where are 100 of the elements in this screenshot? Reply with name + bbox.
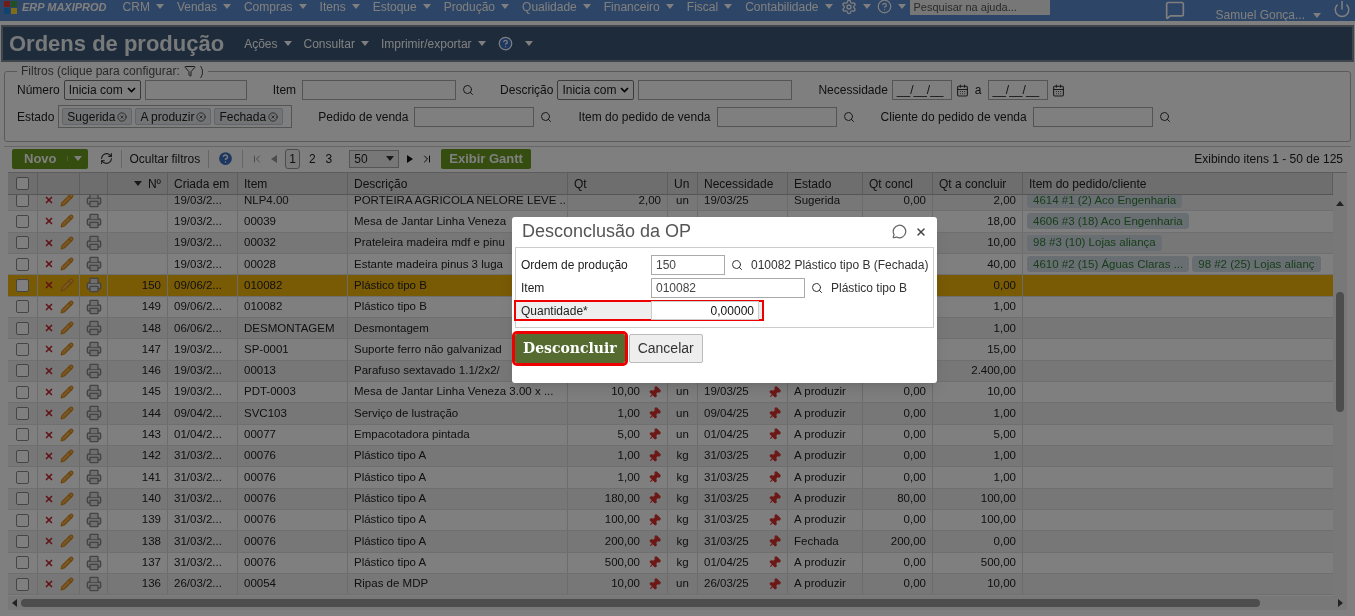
table-cell-text: 01/04/2...	[174, 427, 222, 443]
table-cell-text: A produzir	[794, 427, 846, 443]
table-cell-text: 00076	[244, 469, 276, 485]
table-cell-text: 0,00	[903, 384, 926, 400]
table-cell-text: 0,00	[903, 448, 926, 464]
table-cell-text: Fechada	[794, 533, 839, 549]
table-cell-text: 200,00	[604, 533, 640, 549]
table-cell-text: 00077	[244, 427, 276, 443]
table-cell-text: 31/03/2...	[174, 555, 222, 571]
table-cell-text: A produzir	[794, 555, 846, 571]
table-cell-text: 141	[141, 469, 161, 485]
table-cell-text: 137	[141, 555, 161, 571]
table-cell-text: 19/03/2...	[174, 235, 222, 251]
table-cell-text: 19/03/2...	[174, 213, 222, 229]
table-cell-text: 0,00	[993, 533, 1016, 549]
table-cell-text: SP-0001	[244, 341, 289, 357]
lookup-description: 010082 Plástico tipo B (Fechada)	[751, 256, 929, 274]
table-cell-text: 5,00	[617, 427, 640, 443]
table-cell-text: 19/03/2...	[174, 363, 222, 379]
table-cell-text: 19/03/2...	[174, 256, 222, 272]
table-cell-text: 140	[141, 491, 161, 507]
table-cell-text: 500,00	[604, 555, 640, 571]
table-cell-text: kg	[676, 512, 689, 528]
table-cell-text: A produzir	[794, 576, 846, 592]
table-cell-text: 5,00	[993, 427, 1016, 443]
table-cell-text: 09/06/2...	[174, 299, 222, 315]
table-cell-text: 00076	[244, 491, 276, 507]
table-cell-text: A produzir	[794, 448, 846, 464]
table-cell-text: 31/03/25	[704, 469, 749, 485]
table-cell-text: un	[676, 405, 689, 421]
range-separator: a	[973, 82, 983, 99]
table-cell-text: A produzir	[794, 512, 846, 528]
table-cell-text: 31/03/2...	[174, 512, 222, 528]
table-cell-text: PDT-0003	[244, 384, 296, 400]
table-cell-text: 31/03/2...	[174, 533, 222, 549]
table-cell-text: Desmontagem	[354, 320, 429, 336]
field-label: Item	[272, 82, 297, 99]
table-cell-text: Estante madeira pinus 3 luga	[354, 256, 503, 272]
field-label: Ordem de produção	[521, 256, 629, 274]
table-cell-text: Plástico tipo A	[354, 555, 427, 571]
table-cell-text: 139	[141, 512, 161, 528]
table-cell-text: Plástico tipo B	[354, 299, 427, 315]
table-cell-text: 10,00	[987, 384, 1016, 400]
table-cell-text: 00054	[244, 576, 276, 592]
table-cell-text: 150	[141, 277, 161, 293]
table-cell-text: 2,00	[638, 195, 661, 208]
table-cell-text: Plástico tipo A	[354, 469, 427, 485]
table-cell-text: 19/03/2...	[174, 341, 222, 357]
table-cell-text: 19/03/25	[704, 195, 749, 208]
table-cell-text: NLP4.00	[244, 195, 289, 208]
dialog-title: Desconclusão da OP	[522, 220, 693, 243]
table-cell-text: 80,00	[897, 491, 926, 507]
table-cell-text: Plástico tipo B	[354, 277, 427, 293]
table-cell-text: kg	[676, 469, 689, 485]
table-cell-text: 010082	[244, 277, 283, 293]
table-cell-text: 31/03/25	[704, 448, 749, 464]
table-cell-text: 00076	[244, 512, 276, 528]
table-cell-text: Plástico tipo A	[354, 533, 427, 549]
table-cell-text: Prateleira madeira mdf e pinu	[354, 235, 505, 251]
table-cell-text: A produzir	[794, 405, 846, 421]
field-label: Cliente do pedido de venda	[880, 108, 1027, 126]
table-cell-text: Plástico tipo A	[354, 491, 427, 507]
table-cell-text: un	[676, 576, 689, 592]
field-label: Item	[521, 279, 546, 297]
lookup-description: Plástico tipo B	[831, 279, 908, 297]
field-label: Item do pedido de venda	[578, 108, 711, 126]
table-cell-text: 31/03/25	[704, 512, 749, 528]
table-cell-text: 100,00	[980, 491, 1016, 507]
table-cell-text: 149	[141, 299, 161, 315]
table-cell-text: 148	[141, 320, 161, 336]
table-cell-text: 100,00	[980, 512, 1016, 528]
table-cell-text: 0,00	[903, 469, 926, 485]
table-cell-text: 2,00	[993, 195, 1016, 208]
table-cell-text: 1,00	[993, 320, 1016, 336]
table-cell-text: 09/06/2...	[174, 277, 222, 293]
table-cell-text: 0,00	[903, 195, 926, 208]
table-cell-text: 145	[141, 384, 161, 400]
table-cell-text: 1,00	[617, 469, 640, 485]
brand-name: ERP MAXIPROD	[22, 0, 107, 16]
table-cell-text: 1,00	[617, 448, 640, 464]
table-cell-text: 142	[141, 448, 161, 464]
table-cell-text: Parafuso sextavado 1.1/2x2/	[354, 363, 500, 379]
items-summary: Exibindo itens 1 - 50 de 125	[1194, 150, 1343, 168]
table-cell-text: 1,00	[617, 405, 640, 421]
table-cell-text: 200,00	[890, 533, 926, 549]
table-cell-text: 10,00	[611, 576, 640, 592]
field-label: Estado	[17, 108, 55, 126]
table-cell-text: 00013	[244, 363, 276, 379]
table-cell-text: 1,00	[993, 405, 1016, 421]
table-cell-text: 100,00	[604, 512, 640, 528]
table-cell-text: Mesa de Jantar Linha Veneza 3.00 x ...	[354, 384, 554, 400]
table-cell-text: Empacotadora pintada	[354, 427, 470, 443]
table-cell-text: 18,00	[987, 213, 1016, 229]
table-cell-text: 26/03/2...	[174, 576, 222, 592]
table-cell-text: 138	[141, 533, 161, 549]
table-cell-text: 31/03/2...	[174, 491, 222, 507]
table-cell-text: 147	[141, 341, 161, 357]
table-cell-text: Mesa de Jantar Linha Veneza	[354, 213, 507, 229]
table-cell-text: 00028	[244, 256, 276, 272]
table-cell-text: 31/03/2...	[174, 448, 222, 464]
